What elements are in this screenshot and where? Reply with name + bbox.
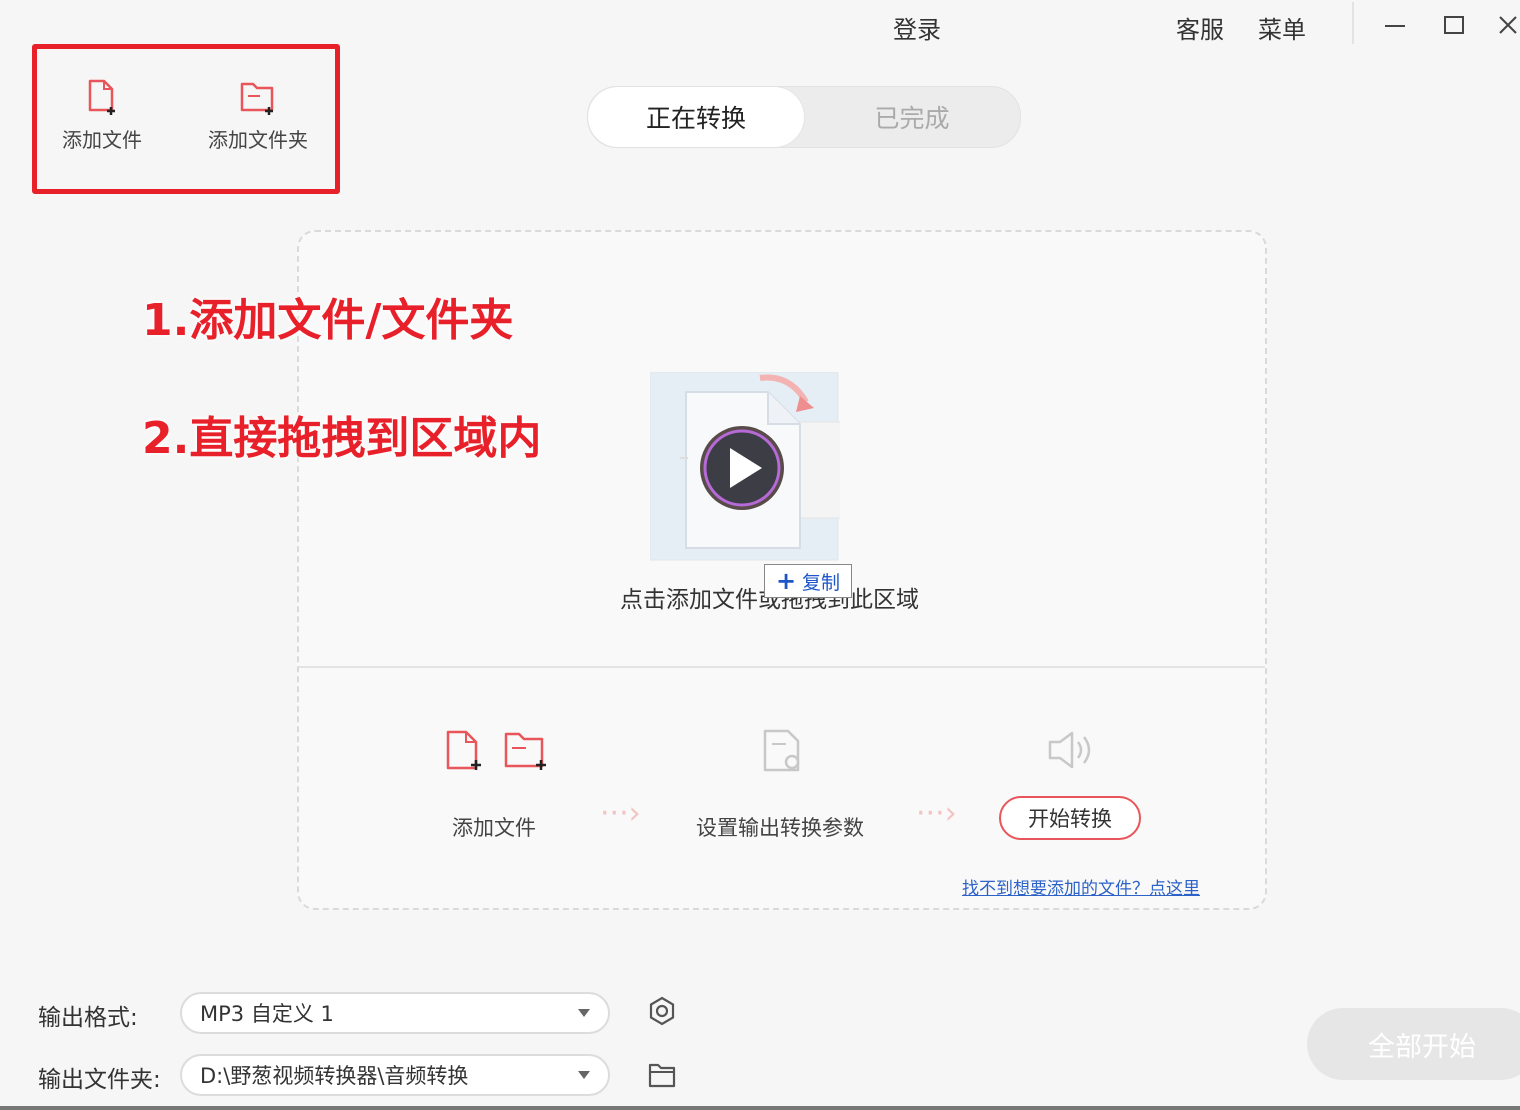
start-all-button[interactable]: 全部开始 — [1307, 1008, 1520, 1080]
start-conversion-button[interactable]: 开始转换 — [999, 796, 1141, 840]
copy-tooltip: + 复制 — [764, 564, 852, 598]
highlight-annotation-box — [32, 44, 340, 194]
menu-link[interactable]: 菜单 — [1258, 10, 1306, 45]
output-format-value: MP3 自定义 1 — [200, 1002, 334, 1026]
output-folder-label: 输出文件夹: — [38, 1067, 161, 1093]
step-add-folder-icon — [504, 732, 546, 770]
annotation-step2: 2.直接拖拽到区域内 — [142, 413, 542, 464]
customer-service-link[interactable]: 客服 — [1176, 10, 1224, 45]
format-settings-gear-icon[interactable] — [647, 996, 677, 1026]
status-tabs: 正在转换 已完成 — [587, 86, 1021, 148]
chevron-down-icon — [578, 1071, 590, 1079]
output-format-select[interactable]: MP3 自定义 1 — [180, 992, 610, 1034]
tab-converting[interactable]: 正在转换 — [588, 87, 804, 147]
close-icon — [1499, 16, 1517, 34]
annotation-step1: 1.添加文件/文件夹 — [142, 295, 514, 346]
video-file-illustration-icon: + — [650, 372, 840, 561]
speaker-icon — [1048, 731, 1091, 769]
output-format-label: 输出格式: — [38, 1005, 138, 1031]
step-arrow-icon: ···› — [916, 796, 957, 831]
open-folder-icon[interactable] — [647, 1060, 677, 1090]
step-add-file-icon — [446, 730, 481, 770]
minimize-icon — [1385, 25, 1405, 27]
minimize-button[interactable] — [1377, 8, 1413, 42]
plus-icon: + — [775, 567, 797, 595]
titlebar-divider — [1352, 2, 1354, 44]
step-arrow-icon: ···› — [600, 796, 641, 831]
login-link[interactable]: 登录 — [893, 10, 941, 45]
output-folder-select[interactable]: D:\野葱视频转换器\音频转换 — [180, 1054, 610, 1096]
settings-document-icon — [763, 729, 800, 772]
maximize-button[interactable] — [1436, 8, 1472, 42]
close-button[interactable] — [1490, 8, 1520, 42]
step-add-file-label: 添加文件 — [452, 816, 536, 840]
window-bottom-edge — [0, 1106, 1520, 1110]
tab-completed[interactable]: 已完成 — [804, 87, 1020, 147]
step-add-icons — [446, 730, 546, 770]
output-folder-value: D:\野葱视频转换器\音频转换 — [200, 1064, 469, 1088]
maximize-icon — [1444, 16, 1464, 34]
dropzone-divider — [299, 666, 1265, 668]
help-link[interactable]: 找不到想要添加的文件？点这里 — [962, 874, 1200, 899]
copy-tooltip-label: 复制 — [802, 571, 841, 594]
chevron-down-icon — [578, 1009, 590, 1017]
step-set-params-label: 设置输出转换参数 — [696, 816, 864, 840]
